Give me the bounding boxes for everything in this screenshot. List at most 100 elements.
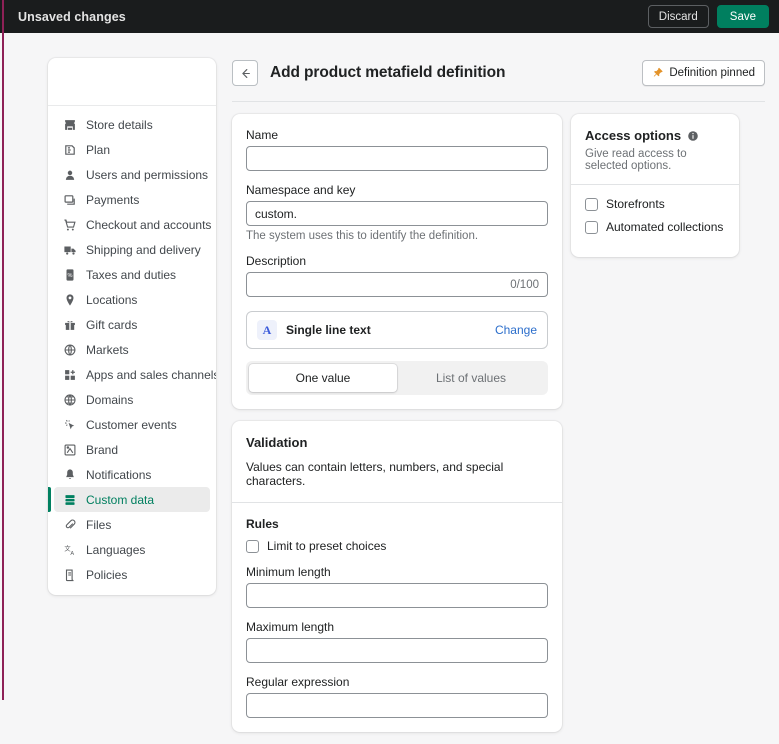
description-input[interactable] (246, 272, 548, 297)
validation-card: Validation Values can contain letters, n… (232, 421, 562, 732)
page-edge-accent (2, 0, 4, 700)
change-type-link[interactable]: Change (495, 323, 537, 337)
policies-icon (62, 567, 77, 582)
arrow-left-icon (239, 67, 252, 80)
sidebar-item-languages[interactable]: 文A Languages (54, 537, 210, 562)
automated-collections-row[interactable]: Automated collections (585, 220, 725, 234)
user-icon (62, 167, 77, 182)
sidebar-item-files[interactable]: Files (54, 512, 210, 537)
taxes-icon: % (62, 267, 77, 282)
page-body: Store details Plan Users and permissions… (0, 33, 779, 732)
sidebar-item-checkout-and-accounts[interactable]: Checkout and accounts (54, 212, 212, 237)
customer-events-icon (62, 417, 77, 432)
access-options-title: Access options (585, 128, 682, 143)
description-label: Description (246, 254, 307, 268)
sidebar-item-label: Taxes and duties (86, 267, 177, 282)
apps-icon (62, 367, 77, 382)
custom-data-icon (62, 492, 77, 507)
regular-expression-group: Regular expression (246, 675, 548, 718)
limit-to-preset-choices-checkbox[interactable] (246, 539, 259, 553)
pushpin-icon (652, 67, 664, 79)
page-header: Add product metafield definition Definit… (232, 33, 779, 91)
automated-collections-label: Automated collections (606, 220, 724, 234)
svg-text:A: A (70, 550, 74, 556)
metafield-type-row[interactable]: A Single line text Change (246, 311, 548, 349)
brand-icon (62, 442, 77, 457)
sidebar-item-policies[interactable]: Policies (54, 562, 210, 587)
definition-pinned-label: Definition pinned (669, 67, 755, 79)
validation-title: Validation (246, 435, 308, 450)
discard-button[interactable]: Discard (647, 5, 709, 28)
location-pin-icon (62, 292, 77, 307)
namespace-and-key-input[interactable] (246, 201, 548, 226)
bell-icon (62, 467, 77, 482)
domain-globe-icon (62, 392, 77, 407)
left-column: Name Namespace and key The system uses t… (232, 114, 562, 744)
limit-to-preset-choices-label: Limit to preset choices (267, 539, 387, 553)
sidebar-item-label: Markets (86, 342, 129, 357)
payments-icon (62, 192, 77, 207)
sidebar-item-store-details[interactable]: Store details (54, 112, 210, 137)
sidebar-item-plan[interactable]: Plan (54, 137, 210, 162)
maximum-length-group: Maximum length (246, 620, 548, 663)
sidebar-item-apps-and-sales-channels[interactable]: Apps and sales channels (54, 362, 216, 387)
access-options-header: Access options (585, 128, 725, 143)
regular-expression-label: Regular expression (246, 675, 350, 689)
maximum-length-input[interactable] (246, 638, 548, 663)
tab-list-of-values[interactable]: List of values (397, 364, 545, 392)
description-field-group: Description 0/100 (246, 254, 548, 297)
regular-expression-input[interactable] (246, 693, 548, 718)
automated-collections-checkbox[interactable] (585, 220, 598, 234)
tab-one-value[interactable]: One value (249, 364, 397, 392)
languages-icon: 文A (62, 542, 77, 557)
info-icon[interactable] (687, 130, 699, 142)
right-column: Access options Give read access to selec… (571, 114, 739, 744)
sidebar-item-users-and-permissions[interactable]: Users and permissions (54, 162, 210, 187)
access-options-card: Access options Give read access to selec… (571, 114, 739, 257)
sidebar-item-label: Plan (86, 142, 111, 157)
definition-pinned-button[interactable]: Definition pinned (642, 60, 765, 86)
storefronts-checkbox[interactable] (585, 197, 598, 211)
save-button[interactable]: Save (716, 5, 769, 28)
sidebar-item-brand[interactable]: Brand (54, 437, 210, 462)
name-input[interactable] (246, 146, 548, 171)
rules-heading: Rules (246, 517, 279, 531)
namespace-and-key-label: Namespace and key (246, 183, 356, 197)
single-line-text-icon: A (257, 320, 277, 340)
sidebar-item-markets[interactable]: Markets (54, 337, 210, 362)
sidebar-item-customer-events[interactable]: Customer events (54, 412, 210, 437)
main-content: Add product metafield definition Definit… (232, 33, 779, 732)
sidebar-item-shipping-and-delivery[interactable]: Shipping and delivery (54, 237, 210, 262)
sidebar-item-label: Shipping and delivery (86, 242, 201, 257)
limit-to-preset-choices-row[interactable]: Limit to preset choices (246, 539, 548, 553)
svg-text:%: % (67, 273, 72, 279)
sidebar-item-label: Files (86, 517, 112, 532)
sidebar-item-domains[interactable]: Domains (54, 387, 210, 412)
back-button[interactable] (232, 60, 258, 86)
validation-description: Values can contain letters, numbers, and… (246, 460, 504, 488)
sidebar-item-gift-cards[interactable]: Gift cards (54, 312, 210, 337)
maximum-length-label: Maximum length (246, 620, 335, 634)
page-title: Add product metafield definition (270, 64, 506, 81)
truck-icon (62, 242, 77, 257)
sidebar-item-label: Brand (86, 442, 119, 457)
plan-icon (62, 142, 77, 157)
namespace-field-group: Namespace and key The system uses this t… (246, 183, 548, 242)
cardinality-segmented-control: One value List of values (246, 361, 548, 395)
sidebar-item-custom-data[interactable]: Custom data (48, 487, 210, 512)
sidebar-item-label: Checkout and accounts (86, 217, 212, 232)
namespace-help-text: The system uses this to identify the def… (246, 230, 479, 242)
metafield-type-label: Single line text (286, 323, 371, 337)
sidebar-item-locations[interactable]: Locations (54, 287, 210, 312)
sidebar-item-notifications[interactable]: Notifications (54, 462, 210, 487)
sidebar-item-label: Policies (86, 567, 128, 582)
minimum-length-input[interactable] (246, 583, 548, 608)
minimum-length-label: Minimum length (246, 565, 331, 579)
storefronts-row[interactable]: Storefronts (585, 197, 725, 211)
sidebar-item-payments[interactable]: Payments (54, 187, 210, 212)
storefronts-label: Storefronts (606, 197, 665, 211)
content-columns: Name Namespace and key The system uses t… (232, 102, 779, 744)
sidebar-item-label: Locations (86, 292, 138, 307)
sidebar-item-taxes-and-duties[interactable]: % Taxes and duties (54, 262, 210, 287)
sidebar-item-label: Payments (86, 192, 140, 207)
